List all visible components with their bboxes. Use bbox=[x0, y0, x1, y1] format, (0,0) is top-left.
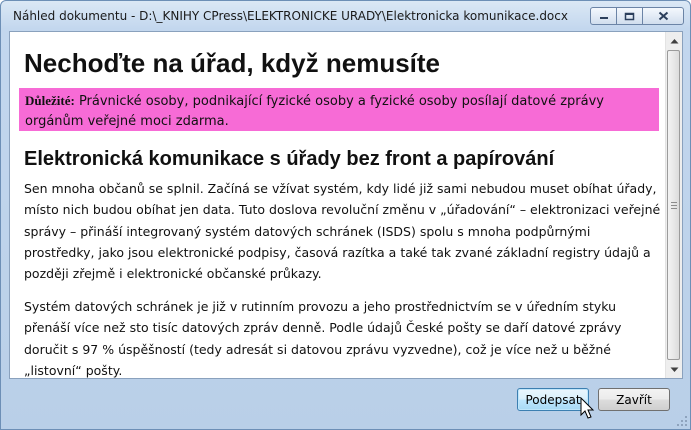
close-button[interactable] bbox=[642, 7, 684, 25]
document-content: Nechoďte na úřad, když nemusíte Důležité… bbox=[10, 32, 665, 378]
important-note-text: Důležité: Právnické osoby, podnikající f… bbox=[19, 88, 659, 132]
sign-button[interactable]: Podepsat bbox=[517, 388, 589, 411]
mouse-pointer-icon bbox=[580, 397, 595, 419]
paragraph: Sen mnoha občanů se splnil. Začíná se vž… bbox=[24, 181, 661, 282]
important-note: Důležité: Právnické osoby, podnikající f… bbox=[19, 88, 659, 131]
maximize-icon bbox=[624, 12, 635, 20]
resize-grip-icon[interactable] bbox=[676, 415, 688, 427]
grip-line bbox=[671, 202, 677, 203]
paragraph: Systém datových schránek je již v rutinn… bbox=[24, 299, 622, 378]
document-preview-pane[interactable]: Nechoďte na úřad, když nemusíte Důležité… bbox=[9, 31, 683, 379]
scroll-up-button[interactable] bbox=[666, 32, 682, 49]
scrollbar-thumb[interactable] bbox=[667, 50, 680, 360]
close-dialog-button[interactable]: Zavřít bbox=[598, 388, 670, 411]
minimize-icon bbox=[599, 17, 608, 19]
close-icon bbox=[658, 11, 668, 21]
minimize-button[interactable] bbox=[590, 7, 617, 25]
document-preview-window: Náhled dokumentu - D:\_KNIHY CPress\ELEK… bbox=[0, 0, 691, 430]
document-subheading: Elektronická komunikace s úřady bez fron… bbox=[24, 148, 555, 170]
important-note-body: Právnické osoby, podnikající fyzické oso… bbox=[25, 94, 604, 129]
window-controls bbox=[590, 7, 684, 25]
vertical-scrollbar[interactable] bbox=[665, 32, 682, 378]
arrow-up-icon bbox=[670, 38, 678, 43]
title-bar[interactable]: Náhled dokumentu - D:\_KNIHY CPress\ELEK… bbox=[1, 1, 690, 31]
window-title: Náhled dokumentu - D:\_KNIHY CPress\ELEK… bbox=[13, 9, 568, 23]
maximize-button[interactable] bbox=[616, 7, 643, 25]
grip-line bbox=[671, 208, 677, 209]
scroll-down-button[interactable] bbox=[666, 361, 682, 378]
important-note-label: Důležité: bbox=[25, 93, 75, 108]
document-heading: Nechoďte na úřad, když nemusíte bbox=[24, 48, 441, 78]
arrow-down-icon bbox=[670, 367, 678, 372]
grip-line bbox=[671, 205, 677, 206]
